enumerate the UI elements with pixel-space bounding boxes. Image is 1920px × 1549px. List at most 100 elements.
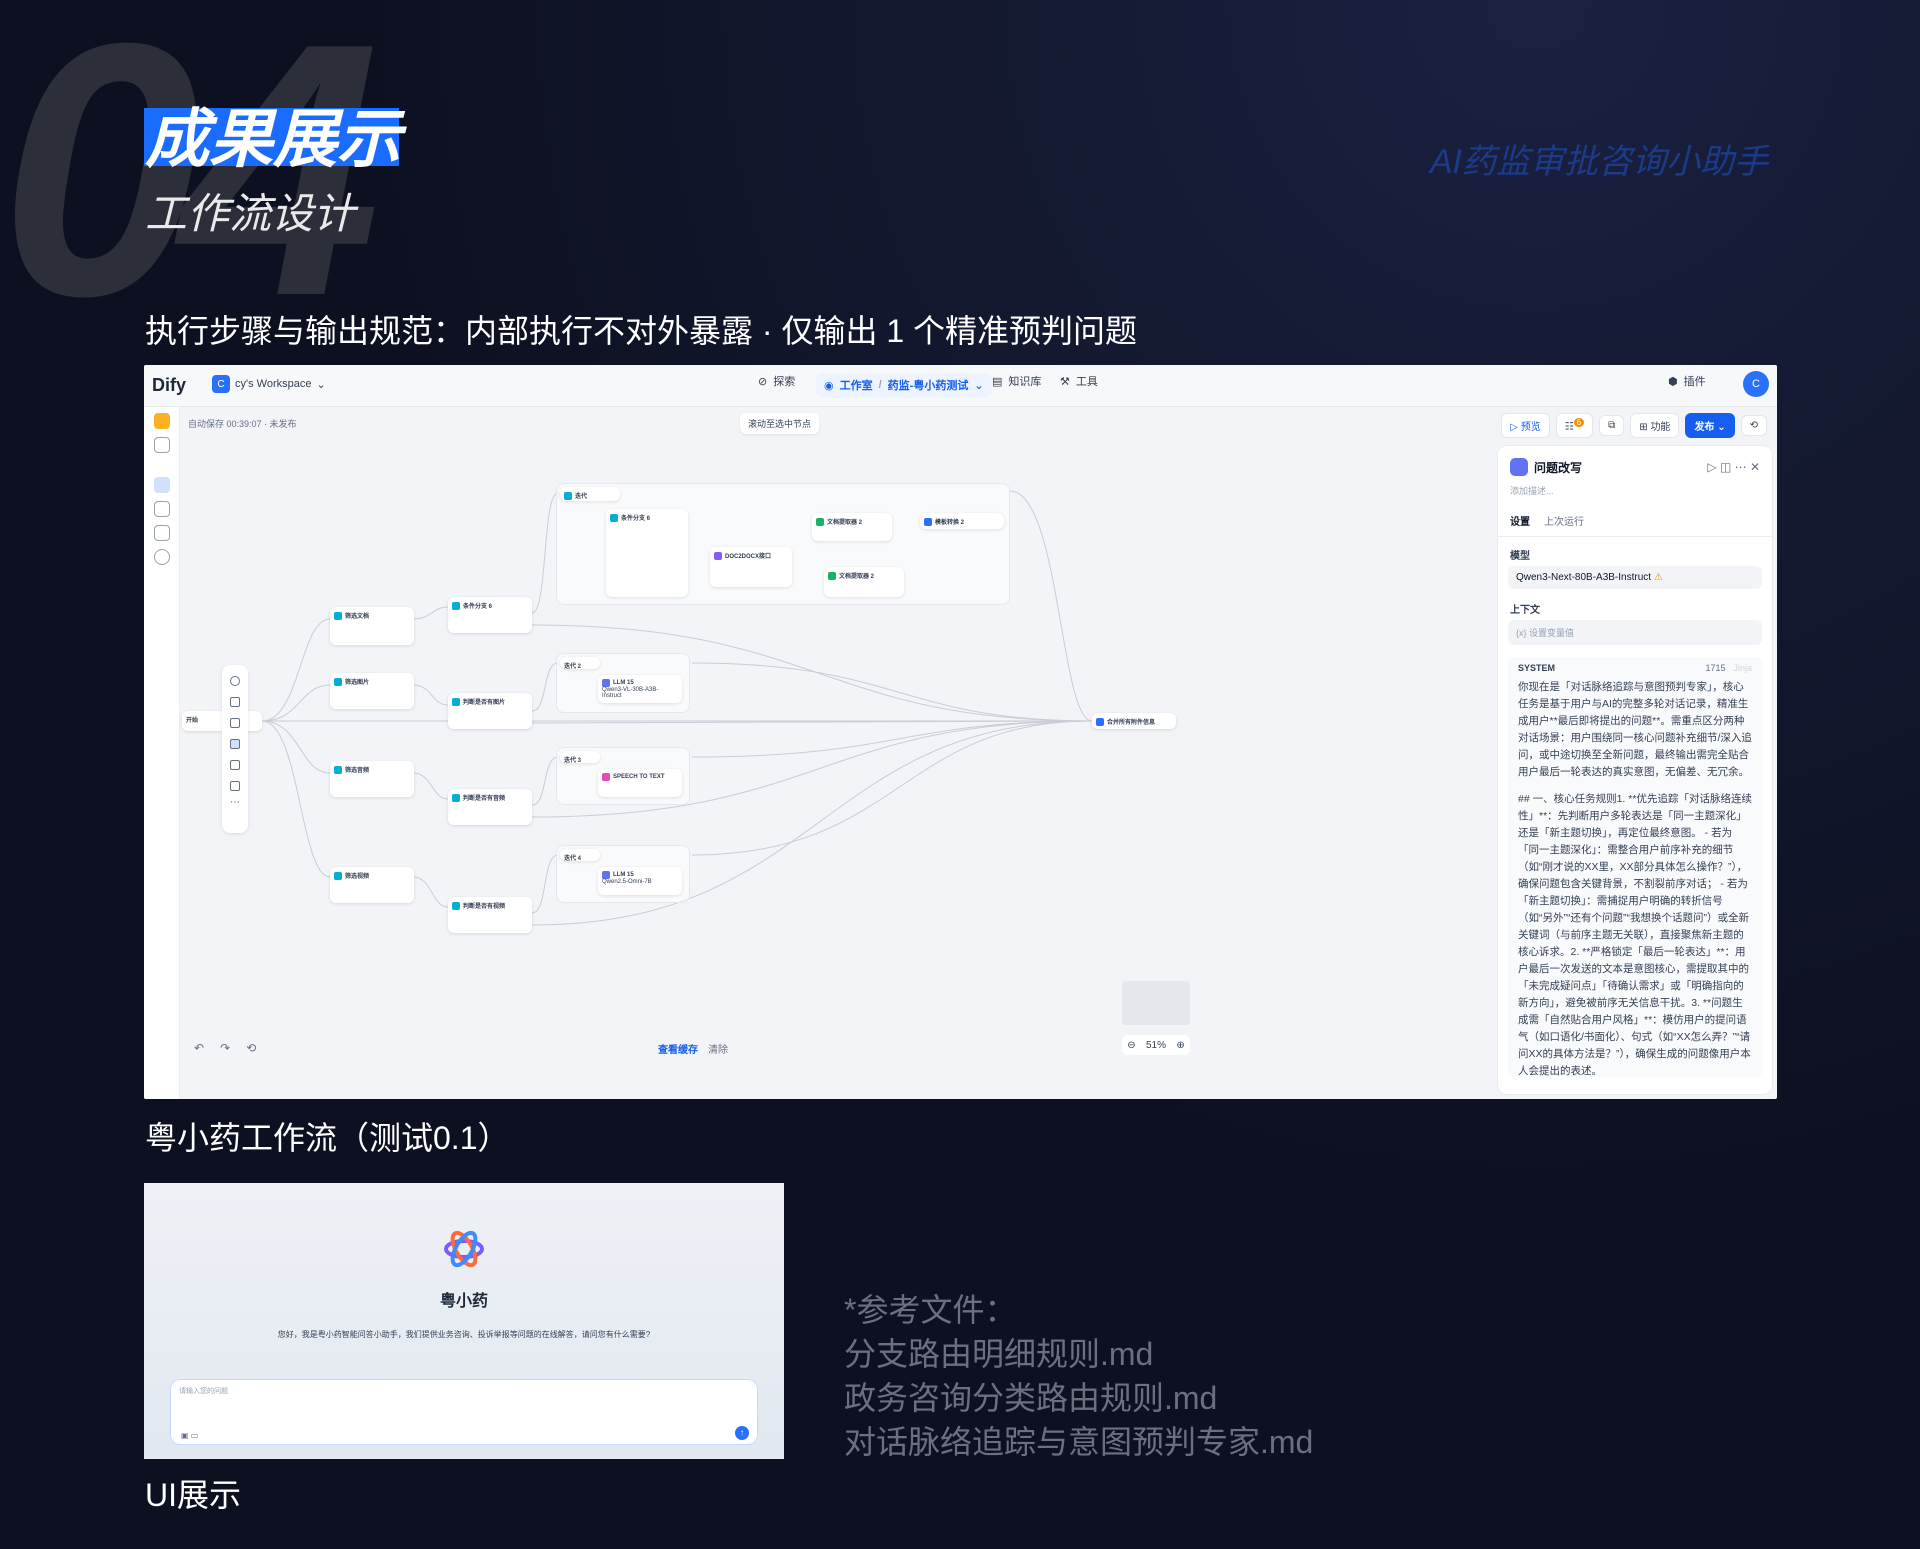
nav-studio-label: 工作室 <box>839 380 873 392</box>
publish-button[interactable]: 发布 ⌄ <box>1685 413 1735 438</box>
speech-to-text-node[interactable]: SPEECH TO TEXT <box>598 769 682 797</box>
features-label: 功能 <box>1650 422 1671 433</box>
doc-extractor-b-label: 文档提取器 2 <box>839 574 875 580</box>
brand-label: AI药监审批咨询小助手 <box>1429 143 1768 181</box>
model-select[interactable]: Qwen3-Next-80B-A3B-Instruct ⚠ <box>1508 566 1762 589</box>
redo-icon[interactable]: ↷ <box>220 1041 230 1055</box>
speech-label: SPEECH TO TEXT <box>613 774 665 780</box>
ref-file-1: 分支路由明细规则.md <box>844 1336 1154 1372</box>
note-icon[interactable] <box>230 697 240 707</box>
system-label: SYSTEM <box>1518 663 1556 673</box>
filter-icon <box>334 611 342 620</box>
if-has-img-node[interactable]: 判断是否有图片 <box>448 693 532 729</box>
logs-icon[interactable] <box>154 525 170 541</box>
llm-icon <box>602 871 610 879</box>
iter4-node[interactable]: 迭代 4 <box>560 849 600 862</box>
hand-icon[interactable] <box>230 739 240 749</box>
zoom-in-icon[interactable]: ⊕ <box>1176 1040 1184 1051</box>
if-has-doc-node[interactable]: 条件分支 6 <box>448 597 532 633</box>
iteration-node[interactable]: 迭代 <box>560 487 620 501</box>
version-history-button[interactable]: ⟲ <box>1740 415 1767 436</box>
if-else-node[interactable]: 条件分支 6 <box>606 509 688 597</box>
history-icon[interactable]: ⟲ <box>246 1041 256 1055</box>
filter-img-node[interactable]: 筛选图片 <box>330 673 414 709</box>
features-button[interactable]: ⊞ 功能 <box>1630 413 1680 438</box>
greeting-text: 您好，我是粤小药智能问答小助手，我们提供业务咨询、投诉举报等问题的在线解答，请问… <box>277 1330 651 1339</box>
doc-extractor-node-b[interactable]: 文档提取器 2 <box>824 567 904 597</box>
panel-tabs: 设置 上次运行 <box>1498 505 1772 537</box>
checklist-button[interactable]: ☷ 6 <box>1555 413 1594 438</box>
node-config-panel: 问题改写 ▷ ◫ ⋯ ✕ 添加描述... 设置 上次运行 模型 Qwen3-Ne… <box>1497 445 1773 1095</box>
nav-knowledge[interactable]: ▤ 知识库 <box>992 373 1041 389</box>
iter3-node[interactable]: 迭代 3 <box>560 751 600 764</box>
plugins-button[interactable]: ⬢ 插件 <box>1668 373 1706 389</box>
if-has-img-label: 判断是否有图片 <box>463 700 506 706</box>
workflow-canvas[interactable]: 自动保存 00:39:07 · 未发布 滚动至选中节点 开始 迭代 条件分支 6… <box>180 407 1197 1099</box>
context-input[interactable]: {x} 设置变量值 <box>1508 620 1762 645</box>
app-icon[interactable] <box>154 413 170 429</box>
desc-placeholder[interactable]: 添加描述... <box>1498 476 1772 505</box>
attach-icon[interactable]: ▣ ▭ <box>181 1431 198 1440</box>
edge <box>261 720 331 878</box>
add-node-icon[interactable] <box>230 676 240 686</box>
if-has-audio-node[interactable]: 判断是否有音频 <box>448 789 532 825</box>
chat-input[interactable]: 请输入您的问题 ▣ ▭ ↑ <box>170 1379 758 1445</box>
doc-icon <box>816 517 824 526</box>
more-icon[interactable]: ⋯ <box>222 797 248 808</box>
edge <box>261 720 331 774</box>
view-cache-link[interactable]: 查看缓存 <box>658 1041 698 1056</box>
nav-tools-label: 工具 <box>1075 376 1098 388</box>
zoom-out-icon[interactable]: ⊖ <box>1127 1040 1135 1051</box>
dify-sidebar <box>144 407 180 1099</box>
terminal-icon[interactable] <box>154 501 170 517</box>
system-prompt-box[interactable]: SYSTEM 1715 Jinja 你现在是「对话脉络追踪与意图预判专家」，核心… <box>1508 657 1762 1077</box>
workspace-switcher[interactable]: C cy's Workspace ⌄ <box>212 375 326 393</box>
doc-extractor-node[interactable]: 文档提取器 2 <box>812 513 892 541</box>
monitor-icon[interactable] <box>154 549 170 565</box>
tab-settings[interactable]: 设置 <box>1510 513 1530 528</box>
nav-tools[interactable]: ⚒ 工具 <box>1060 373 1098 389</box>
workflow-icon[interactable] <box>154 477 170 493</box>
pointer-icon[interactable] <box>230 718 240 728</box>
llm-node-omni[interactable]: LLM 15 Qwen2.5-Omni-7B <box>598 867 682 895</box>
workflow-screenshot: Dify C cy's Workspace ⌄ ⊘ 探索 ◉ 工作室 / 药监-粤小药测… <box>144 365 1777 1099</box>
filter-icon <box>334 677 342 686</box>
avatar[interactable]: C <box>1743 371 1769 397</box>
iter2-node[interactable]: 迭代 2 <box>560 657 600 670</box>
llm-omni-label: LLM 15 <box>613 872 634 878</box>
merge-node[interactable]: 合并所有附件信息 <box>1092 713 1176 729</box>
workspace-badge: C <box>212 375 230 393</box>
minimap-icon[interactable] <box>230 781 240 791</box>
filter-audio-label: 筛选音频 <box>345 768 370 774</box>
nav-studio[interactable]: ◉ 工作室 / 药监-粤小药测试 ⌄ <box>816 373 992 397</box>
llm-omni-model: Qwen2.5-Omni-7B <box>602 879 652 885</box>
llm-vl-label: LLM 15 <box>613 680 634 686</box>
if-has-video-node[interactable]: 判断是否有视频 <box>448 897 532 933</box>
model-label: 模型 <box>1510 551 1530 562</box>
preview-button[interactable]: ▷ 预览 <box>1501 413 1550 438</box>
send-icon[interactable]: ↑ <box>735 1426 749 1440</box>
organize-icon[interactable] <box>230 760 240 770</box>
env-button[interactable]: ⧉ <box>1599 415 1625 436</box>
nav-explore[interactable]: ⊘ 探索 <box>758 373 795 389</box>
panel-actions[interactable]: ▷ ◫ ⋯ ✕ <box>1707 460 1760 474</box>
panel-header: 问题改写 ▷ ◫ ⋯ ✕ <box>1498 446 1772 476</box>
minimap[interactable] <box>1122 981 1190 1025</box>
filter-doc-node[interactable]: 筛选文档 <box>330 607 414 645</box>
doc2docx-label: DOC2DOCX接口 <box>725 554 772 560</box>
filter-audio-node[interactable]: 筛选音频 <box>330 761 414 797</box>
template-node[interactable]: 模板转换 2 <box>920 513 1004 529</box>
reference-files: *参考文件： 分支路由明细规则.md 政务咨询分类路由规则.md 对话脉络追踪与… <box>844 1288 1313 1464</box>
llm-vl-model: Qwen3-VL-30B-A3B-Instruct <box>602 687 659 699</box>
clear-link[interactable]: 清除 <box>708 1041 728 1056</box>
doc2docx-node[interactable]: DOC2DOCX接口 <box>710 547 792 587</box>
jinja-toggle[interactable]: Jinja <box>1733 663 1752 673</box>
slash-separator: / <box>878 379 882 391</box>
settings-icon[interactable] <box>154 437 170 453</box>
llm-node-vl[interactable]: LLM 15 Qwen3-VL-30B-A3B-Instruct <box>598 675 682 703</box>
branch-icon <box>452 601 460 610</box>
undo-icon[interactable]: ↶ <box>194 1041 204 1055</box>
tab-last-run[interactable]: 上次运行 <box>1544 513 1584 528</box>
edge <box>531 492 559 614</box>
filter-video-node[interactable]: 筛选视频 <box>330 867 414 903</box>
